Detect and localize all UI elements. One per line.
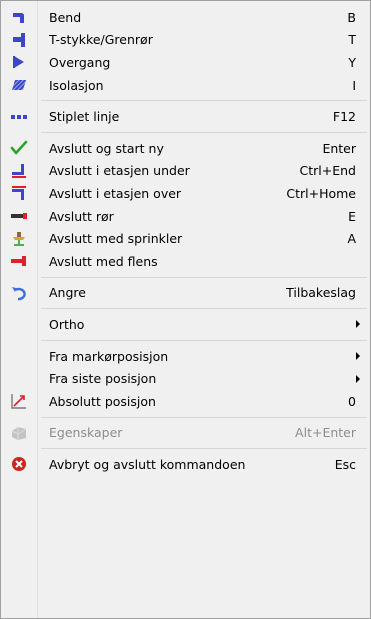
properties-icon [10, 425, 28, 441]
menu-item-shortcut: Alt+Enter [295, 425, 356, 441]
menu-separator [1, 444, 370, 453]
submenu-arrow-icon [356, 374, 360, 383]
menu-item-angre[interactable]: Angre Tilbakeslag [1, 282, 370, 305]
menu-item-t-stykke-grenror[interactable]: T-stykke/Grenrør T [1, 29, 370, 52]
menu-item-label: Avslutt i etasjen over [49, 185, 182, 201]
menu-separator [1, 336, 370, 345]
menu-item-avslutt-ror[interactable]: Avslutt rør E [1, 205, 370, 228]
menu-item-label: Isolasjon [49, 77, 104, 93]
bend-icon [10, 9, 28, 25]
menu-item-shortcut: B [347, 9, 356, 25]
menu-item-label: Absolutt posisjon [49, 393, 156, 409]
menu-item-shortcut: Ctrl+Home [286, 185, 356, 201]
dashed-line-icon [10, 109, 28, 125]
undo-icon [10, 285, 28, 301]
tee-icon [10, 32, 28, 48]
menu-item-shortcut: T [348, 32, 356, 48]
submenu-arrow-icon [356, 320, 360, 329]
checkmark-icon [10, 140, 28, 156]
menu-item-shortcut: A [347, 231, 356, 247]
menu-item-shortcut: E [348, 208, 356, 224]
menu-item-avslutt-med-sprinkler[interactable]: Avslutt med sprinkler A [1, 227, 370, 250]
menu-item-label: Ortho [49, 316, 85, 332]
menu-item-avslutt-og-start-ny[interactable]: Avslutt og start ny Enter [1, 137, 370, 160]
menu-item-shortcut: F12 [332, 109, 356, 125]
menu-separator [1, 413, 370, 422]
menu-item-label: Avslutt rør [49, 208, 114, 224]
floor-above-icon [10, 185, 28, 201]
menu-item-label: Egenskaper [49, 425, 123, 441]
insulation-icon [10, 77, 28, 93]
floor-below-icon [10, 163, 28, 179]
menu-item-shortcut: I [352, 77, 356, 93]
menu-item-fra-markorposisjon[interactable]: Fra markørposisjon [1, 345, 370, 368]
menu-item-label: Avslutt med flens [49, 253, 158, 269]
context-menu: Bend B T-stykke/Grenrør T Overgang Y Isolasjon… [0, 0, 371, 619]
menu-item-avslutt-med-flens[interactable]: Avslutt med flens [1, 250, 370, 273]
menu-separator [1, 273, 370, 282]
pipe-end-icon [10, 208, 28, 224]
menu-item-shortcut: Esc [334, 456, 356, 472]
menu-items: Bend B T-stykke/Grenrør T Overgang Y Isolasjon… [1, 6, 370, 476]
submenu-arrow-icon [356, 352, 360, 361]
menu-item-label: Avbryt og avslutt kommandoen [49, 456, 246, 472]
menu-item-label: Avslutt med sprinkler [49, 231, 183, 247]
cancel-icon [10, 456, 28, 472]
menu-item-stiplet-linje[interactable]: Stiplet linje F12 [1, 105, 370, 128]
flange-icon [10, 253, 28, 269]
menu-item-avslutt-i-etasjen-over[interactable]: Avslutt i etasjen over Ctrl+Home [1, 182, 370, 205]
menu-item-label: Bend [49, 9, 82, 25]
menu-item-label: Stiplet linje [49, 109, 120, 125]
menu-item-isolasjon[interactable]: Isolasjon I [1, 74, 370, 97]
menu-item-avslutt-i-etasjen-under[interactable]: Avslutt i etasjen under Ctrl+End [1, 160, 370, 183]
menu-item-label: Fra markørposisjon [49, 348, 169, 364]
reducer-icon [10, 54, 28, 70]
menu-item-absolutt-posisjon[interactable]: Absolutt posisjon 0 [1, 390, 370, 413]
menu-item-ortho[interactable]: Ortho [1, 313, 370, 336]
menu-item-fra-siste-posisjon[interactable]: Fra siste posisjon [1, 367, 370, 390]
sprinkler-icon [10, 231, 28, 247]
menu-item-shortcut: Y [348, 54, 356, 70]
menu-item-shortcut: Enter [322, 140, 356, 156]
menu-item-bend[interactable]: Bend B [1, 6, 370, 29]
menu-item-label: Angre [49, 285, 86, 301]
menu-separator [1, 128, 370, 137]
menu-item-overgang[interactable]: Overgang Y [1, 51, 370, 74]
menu-separator [1, 304, 370, 313]
menu-item-label: Avslutt i etasjen under [49, 163, 190, 179]
menu-separator [1, 96, 370, 105]
menu-item-shortcut: 0 [348, 393, 356, 409]
menu-item-label: Overgang [49, 54, 111, 70]
menu-item-label: Avslutt og start ny [49, 140, 164, 156]
menu-item-shortcut: Ctrl+End [299, 163, 356, 179]
menu-item-label: Fra siste posisjon [49, 371, 157, 387]
menu-item-label: T-stykke/Grenrør [49, 32, 153, 48]
menu-item-avbryt-og-avslutt-kommandoen[interactable]: Avbryt og avslutt kommandoen Esc [1, 453, 370, 476]
menu-item-egenskaper: Egenskaper Alt+Enter [1, 422, 370, 445]
absolute-position-icon [10, 393, 28, 409]
menu-item-shortcut: Tilbakeslag [286, 285, 356, 301]
